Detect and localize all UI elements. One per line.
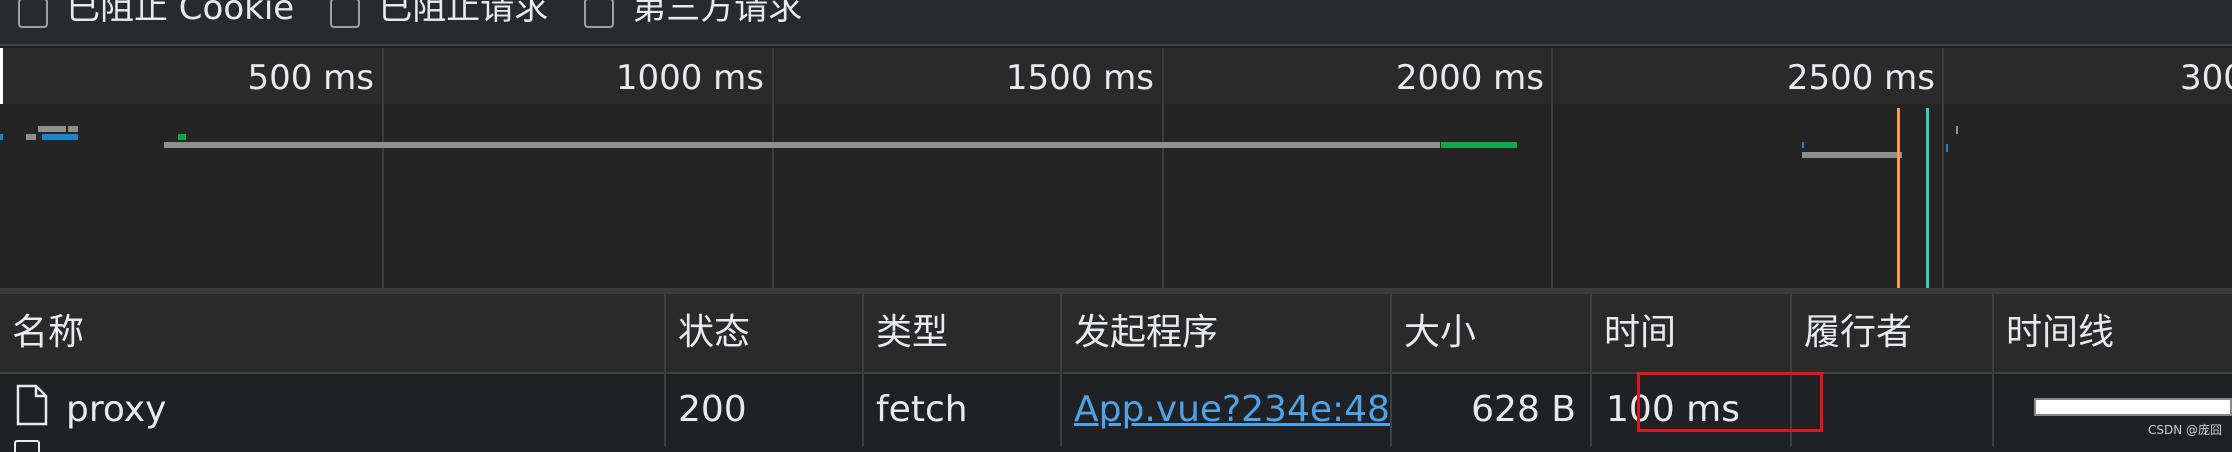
blocked-requests-checkbox[interactable]: [330, 0, 361, 28]
filter-third-party[interactable]: 第三方请求: [584, 0, 802, 44]
column-header-waterfall[interactable]: 时间线: [1994, 294, 2232, 372]
grid-line: [1551, 48, 1553, 288]
request-bar: [38, 126, 66, 132]
table-row[interactable]: proxy 200 fetch App.vue?234e:48 628 B 10…: [0, 374, 2232, 446]
filter-bar: 已阻止 Cookie 已阻止请求 第三方请求: [0, 0, 2232, 46]
blocked-cookies-checkbox[interactable]: [18, 0, 48, 28]
tick-label: 1000 ms: [615, 58, 764, 98]
overview-selection-handle[interactable]: [0, 48, 3, 104]
cell-initiator: App.vue?234e:48: [1062, 374, 1392, 446]
load-event-marker: [1926, 108, 1929, 288]
request-bar-waiting: [164, 142, 1440, 148]
column-header-initiator[interactable]: 发起程序: [1062, 294, 1392, 372]
column-header-type[interactable]: 类型: [864, 294, 1062, 372]
column-header-status[interactable]: 状态: [666, 294, 864, 372]
request-bar: [1802, 152, 1902, 158]
grid-line: [382, 48, 384, 288]
waterfall-bar: [2034, 398, 2232, 416]
tick-label: 2000 ms: [1395, 58, 1544, 98]
request-bar-download: [1441, 142, 1517, 148]
grid-line: [772, 48, 774, 288]
filter-blocked-cookies[interactable]: 已阻止 Cookie: [18, 0, 294, 44]
request-bar: [1946, 144, 1948, 152]
cell-size: 628 B: [1392, 374, 1592, 446]
request-bar: [0, 134, 3, 140]
column-header-name[interactable]: 名称: [0, 294, 666, 372]
dom-content-loaded-marker: [1897, 108, 1900, 288]
grid-line: [1162, 48, 1164, 288]
column-header-fulfilled-by[interactable]: 履行者: [1792, 294, 1994, 372]
request-bar: [1956, 126, 1958, 134]
network-overview[interactable]: 500 ms 1000 ms 1500 ms 2000 ms 2500 ms 3…: [0, 48, 2232, 294]
cell-type: fetch: [864, 374, 1062, 446]
filter-label: 第三方请求: [632, 0, 803, 28]
request-bar: [68, 126, 78, 132]
third-party-checkbox[interactable]: [584, 0, 615, 28]
request-bar: [1802, 142, 1804, 148]
tick-label: 1500 ms: [1005, 58, 1154, 98]
time-highlight-box: [1637, 372, 1823, 432]
request-bar: [42, 134, 78, 140]
tick-label: 500 ms: [247, 58, 374, 98]
cell-name[interactable]: proxy: [0, 374, 666, 446]
filter-label: 已阻止 Cookie: [66, 0, 295, 28]
grid-line: [1942, 48, 1944, 288]
watermark: CSDN @庞囧: [2147, 423, 2222, 437]
document-icon: [14, 440, 40, 452]
tick-label: 2500 ms: [1786, 58, 1935, 98]
column-header-size[interactable]: 大小: [1392, 294, 1592, 372]
request-bar: [26, 134, 36, 140]
filter-blocked-requests[interactable]: 已阻止请求: [330, 0, 548, 44]
request-table-header: 名称 状态 类型 发起程序 大小 时间 履行者 时间线: [0, 294, 2232, 374]
filter-label: 已阻止请求: [378, 0, 549, 28]
document-icon: [16, 384, 48, 426]
request-name: proxy: [66, 389, 167, 430]
cell-status: 200: [666, 374, 864, 446]
tick-label: 300: [2180, 58, 2232, 98]
request-bar: [178, 134, 186, 140]
column-header-time[interactable]: 时间: [1592, 294, 1792, 372]
initiator-link[interactable]: App.vue?234e:48: [1074, 389, 1390, 430]
